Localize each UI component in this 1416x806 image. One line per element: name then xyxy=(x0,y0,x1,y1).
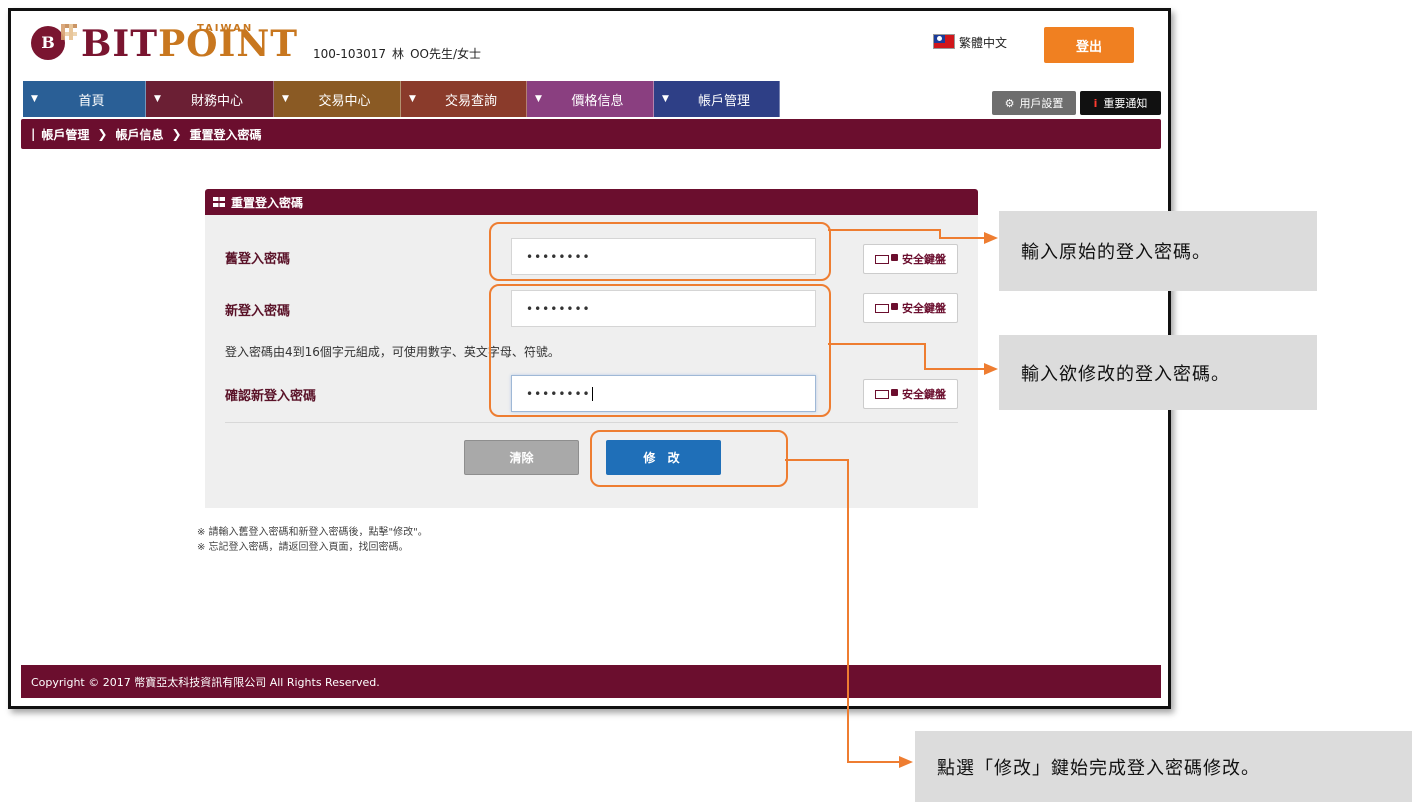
nav-label: 交易中心 xyxy=(318,93,371,109)
account-title: OO先生/女士 xyxy=(410,47,481,61)
nav-label: 財務中心 xyxy=(190,93,243,109)
lock-icon xyxy=(891,253,898,261)
breadcrumb: | 帳戶管理 ❯ 帳戶信息 ❯ 重置登入密碼 xyxy=(21,119,1161,149)
nav-item-home[interactable]: ▼ 首頁 xyxy=(23,81,146,117)
breadcrumb-item-current: 重置登入密碼 xyxy=(189,127,262,142)
confirm-password-label: 確認新登入密碼 xyxy=(225,389,317,404)
main-nav: ▼ 首頁 ▼ 財務中心 ▼ 交易中心 ▼ 交易查詢 ▼ 價格信息 ▼ 帳戶管理 xyxy=(23,81,780,117)
nav-label: 交易查詢 xyxy=(444,93,497,109)
logo[interactable]: BITPOINT xyxy=(81,23,298,65)
grid-icon xyxy=(213,197,225,207)
logo-mosaic-icon xyxy=(61,24,77,40)
secure-keyboard-button-new[interactable]: 安全鍵盤 xyxy=(863,293,958,323)
panel-title: 重置登入密碼 xyxy=(231,195,304,210)
logo-bit: BIT xyxy=(81,23,159,65)
clear-button[interactable]: 清除 xyxy=(464,440,579,475)
arrow-head-3 xyxy=(899,756,913,768)
nav-label: 帳戶管理 xyxy=(697,93,750,109)
caret-down-icon: ▼ xyxy=(535,94,542,104)
chevron-right-icon: ❯ xyxy=(97,127,108,141)
nav-item-account[interactable]: ▼ 帳戶管理 xyxy=(654,81,780,117)
important-notice-button[interactable]: i 重要通知 xyxy=(1080,91,1161,115)
secure-keyboard-label: 安全鍵盤 xyxy=(902,302,946,315)
secure-keyboard-button-confirm[interactable]: 安全鍵盤 xyxy=(863,379,958,409)
nav-label: 首頁 xyxy=(78,93,105,109)
keyboard-icon xyxy=(875,303,889,313)
old-password-label: 舊登入密碼 xyxy=(225,252,291,267)
logo-mark: B xyxy=(31,26,65,60)
account-info: 100-103017 林 OO先生/女士 xyxy=(313,45,487,62)
caret-down-icon: ▼ xyxy=(31,94,38,104)
notice-label: 重要通知 xyxy=(1103,97,1148,110)
callout-old-password: 輸入原始的登入密碼。 xyxy=(999,211,1317,291)
lock-icon xyxy=(891,302,898,310)
app-window: B BITPOINT TAIWAN 100-103017 林 OO先生/女士 繁體中… xyxy=(11,11,1168,706)
footer: Copyright © 2017 幣寶亞太科技資訊有限公司 All Rights… xyxy=(21,665,1161,698)
nav-item-price-info[interactable]: ▼ 價格信息 xyxy=(527,81,654,117)
keyboard-icon xyxy=(875,389,889,399)
secure-keyboard-label: 安全鍵盤 xyxy=(902,388,946,401)
logo-taiwan: TAIWAN xyxy=(197,23,254,34)
panel-header: 重置登入密碼 xyxy=(205,189,978,215)
callout-modify: 點選「修改」鍵始完成登入密碼修改。 xyxy=(915,731,1412,802)
user-settings-button[interactable]: ⚙ 用戶設置 xyxy=(992,91,1076,115)
user-settings-label: 用戶設置 xyxy=(1019,97,1064,110)
breadcrumb-item-account[interactable]: 帳戶管理 xyxy=(41,126,89,143)
caret-down-icon: ▼ xyxy=(154,94,161,104)
notes: ※ 請輸入舊登入密碼和新登入密碼後，點擊"修改"。 ※ 忘記登入密碼，請返回登入… xyxy=(197,525,428,555)
secure-keyboard-label: 安全鍵盤 xyxy=(902,253,946,266)
screenshot-frame: B BITPOINT TAIWAN 100-103017 林 OO先生/女士 繁體中… xyxy=(8,8,1171,709)
breadcrumb-item-account-info[interactable]: 帳戶信息 xyxy=(115,126,163,143)
divider xyxy=(225,422,958,423)
keyboard-icon xyxy=(875,254,889,264)
lock-icon xyxy=(891,388,898,396)
caret-down-icon: ▼ xyxy=(409,94,416,104)
chevron-right-icon: ❯ xyxy=(171,127,182,141)
note-line: ※ 忘記登入密碼，請返回登入頁面，找回密碼。 xyxy=(197,542,409,553)
new-password-label: 新登入密碼 xyxy=(225,304,291,319)
highlight-modify-button xyxy=(590,430,788,487)
account-id: 100-103017 xyxy=(313,47,387,61)
language-selector[interactable]: 繁體中文 xyxy=(959,34,1007,51)
breadcrumb-bar-icon: | xyxy=(31,127,36,141)
logout-button[interactable]: 登出 xyxy=(1044,27,1134,63)
secure-keyboard-button-old[interactable]: 安全鍵盤 xyxy=(863,244,958,274)
taiwan-flag-icon[interactable] xyxy=(933,34,955,49)
highlight-new-password xyxy=(489,284,831,417)
callout-new-password: 輸入欲修改的登入密碼。 xyxy=(999,335,1317,410)
highlight-old-password xyxy=(489,222,831,281)
nav-item-finance[interactable]: ▼ 財務中心 xyxy=(146,81,274,117)
caret-down-icon: ▼ xyxy=(662,94,669,104)
nav-label: 價格信息 xyxy=(571,93,624,109)
nav-item-trade-query[interactable]: ▼ 交易查詢 xyxy=(401,81,527,117)
info-icon: i xyxy=(1093,96,1098,110)
gear-icon: ⚙ xyxy=(1004,96,1015,110)
caret-down-icon: ▼ xyxy=(282,94,289,104)
nav-item-trading[interactable]: ▼ 交易中心 xyxy=(274,81,401,117)
note-line: ※ 請輸入舊登入密碼和新登入密碼後，點擊"修改"。 xyxy=(197,527,428,538)
account-name: 林 xyxy=(392,47,405,61)
